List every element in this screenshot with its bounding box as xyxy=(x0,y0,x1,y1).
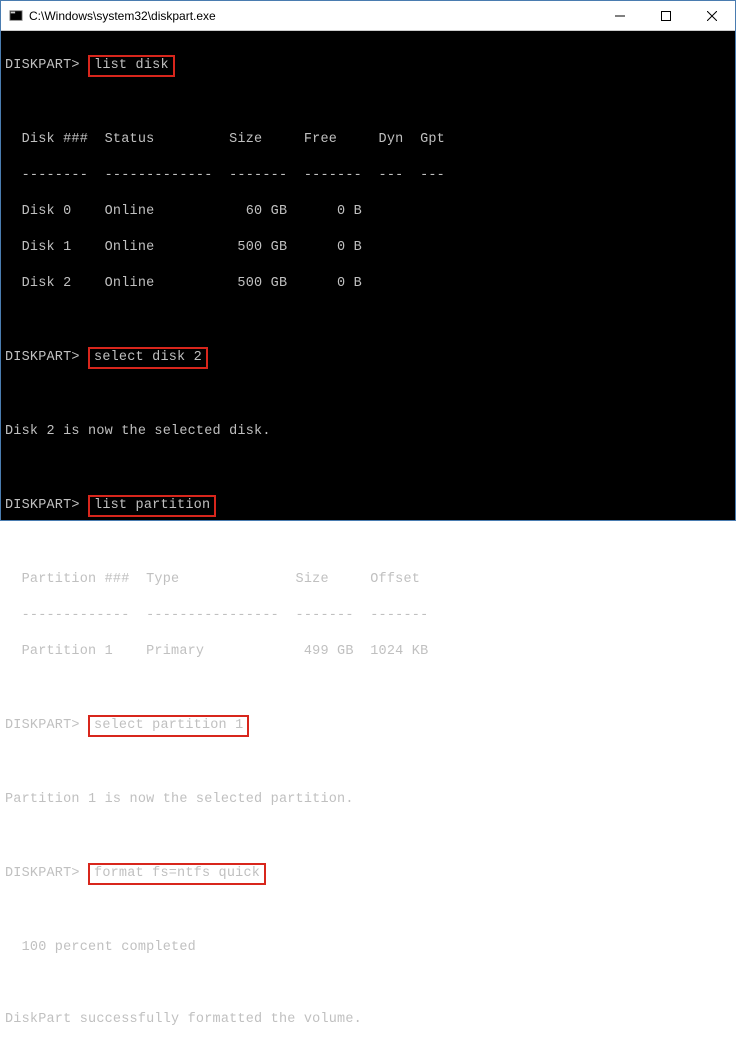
app-icon xyxy=(9,9,23,23)
prompt-line: DISKPART> select partition 1 xyxy=(5,715,731,737)
disk-header-row: Disk ### Status Size Free Dyn Gpt xyxy=(5,131,731,149)
blank-line xyxy=(5,535,731,553)
blank-line xyxy=(5,755,731,773)
blank-line xyxy=(5,459,731,477)
prompt-line: DISKPART> list disk xyxy=(5,55,731,77)
prompt-line: DISKPART> select disk 2 xyxy=(5,347,731,369)
partition-header-sep: ------------- ---------------- ------- -… xyxy=(5,607,731,625)
prompt-line: DISKPART> list partition xyxy=(5,495,731,517)
console-window: C:\Windows\system32\diskpart.exe DISKPAR… xyxy=(0,0,736,521)
window-title: C:\Windows\system32\diskpart.exe xyxy=(29,9,216,23)
partition-header-row: Partition ### Type Size Offset xyxy=(5,571,731,589)
command-highlighted: format fs=ntfs quick xyxy=(88,863,266,885)
message: Disk 2 is now the selected disk. xyxy=(5,423,731,441)
prompt: DISKPART> xyxy=(5,498,80,513)
terminal-output[interactable]: DISKPART> list disk Disk ### Status Size… xyxy=(1,31,735,1042)
blank-line xyxy=(5,387,731,405)
window-controls xyxy=(597,1,735,30)
prompt: DISKPART> xyxy=(5,866,80,881)
prompt: DISKPART> xyxy=(5,718,80,733)
blank-line xyxy=(5,679,731,697)
blank-line xyxy=(5,95,731,113)
minimize-icon xyxy=(615,11,625,21)
close-icon xyxy=(707,11,717,21)
maximize-button[interactable] xyxy=(643,1,689,30)
message: DiskPart successfully formatted the volu… xyxy=(5,1011,731,1029)
titlebar[interactable]: C:\Windows\system32\diskpart.exe xyxy=(1,1,735,31)
title-left: C:\Windows\system32\diskpart.exe xyxy=(9,9,216,23)
prompt-line: DISKPART> format fs=ntfs quick xyxy=(5,863,731,885)
disk-row: Disk 1 Online 500 GB 0 B xyxy=(5,239,731,257)
disk-row: Disk 0 Online 60 GB 0 B xyxy=(5,203,731,221)
blank-line xyxy=(5,311,731,329)
command-highlighted: select partition 1 xyxy=(88,715,249,737)
blank-line xyxy=(5,903,731,921)
disk-row: Disk 2 Online 500 GB 0 B xyxy=(5,275,731,293)
prompt: DISKPART> xyxy=(5,58,80,73)
blank-line xyxy=(5,975,731,993)
blank-line xyxy=(5,827,731,845)
message: Partition 1 is now the selected partitio… xyxy=(5,791,731,809)
message: 100 percent completed xyxy=(5,939,731,957)
close-button[interactable] xyxy=(689,1,735,30)
command-highlighted: list disk xyxy=(88,55,175,77)
minimize-button[interactable] xyxy=(597,1,643,30)
command-highlighted: select disk 2 xyxy=(88,347,208,369)
prompt: DISKPART> xyxy=(5,350,80,365)
maximize-icon xyxy=(661,11,671,21)
disk-header-sep: -------- ------------- ------- ------- -… xyxy=(5,167,731,185)
partition-row: Partition 1 Primary 499 GB 1024 KB xyxy=(5,643,731,661)
command-highlighted: list partition xyxy=(88,495,216,517)
